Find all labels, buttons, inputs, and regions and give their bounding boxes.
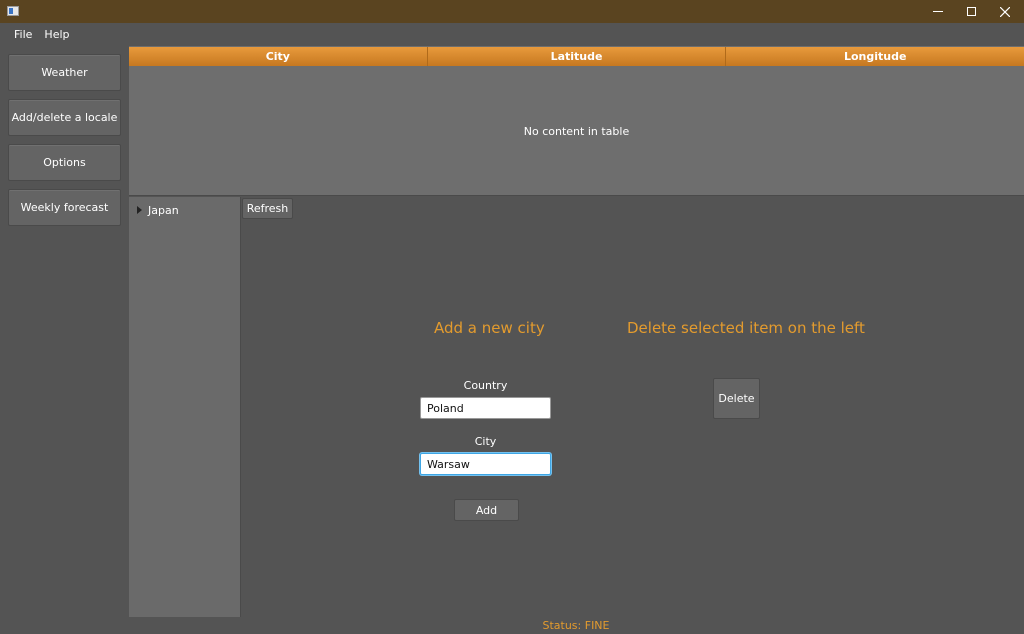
table-placeholder: No content in table — [523, 124, 630, 138]
status-text: Status: FINE — [542, 619, 610, 632]
menu-bar: File Help — [0, 23, 1024, 46]
menu-help[interactable]: Help — [38, 23, 75, 46]
maximize-icon — [966, 7, 976, 16]
refresh-button[interactable]: Refresh — [242, 198, 293, 219]
country-label: Country — [463, 379, 508, 392]
title-bar — [0, 0, 1024, 23]
sidebar: Weather Add/delete a locale Options Week… — [0, 46, 129, 634]
add-city-heading: Add a new city — [434, 319, 545, 337]
add-delete-locale-button[interactable]: Add/delete a locale — [8, 99, 121, 136]
options-button[interactable]: Options — [8, 144, 121, 181]
locale-tree[interactable]: Japan — [129, 197, 241, 617]
column-header-city[interactable]: City — [129, 47, 428, 66]
weather-button[interactable]: Weather — [8, 54, 121, 91]
weekly-forecast-button[interactable]: Weekly forecast — [8, 189, 121, 226]
column-header-longitude[interactable]: Longitude — [726, 47, 1024, 66]
tree-item-label: Japan — [148, 203, 179, 217]
app-window-icon — [7, 6, 19, 16]
menu-file[interactable]: File — [8, 23, 38, 46]
city-label: City — [474, 435, 497, 448]
minimize-icon — [933, 11, 943, 12]
tree-item-japan[interactable]: Japan — [137, 202, 179, 218]
expand-arrow-icon[interactable] — [137, 206, 142, 214]
column-header-latitude[interactable]: Latitude — [428, 47, 727, 66]
country-input[interactable] — [420, 397, 551, 419]
city-input[interactable] — [420, 453, 551, 475]
minimize-button[interactable] — [921, 0, 955, 23]
delete-item-heading: Delete selected item on the left — [627, 319, 865, 337]
close-button[interactable] — [988, 0, 1022, 23]
delete-button[interactable]: Delete — [713, 378, 760, 419]
table-header: City Latitude Longitude — [129, 47, 1024, 66]
close-icon — [1000, 6, 1010, 17]
maximize-button[interactable] — [954, 0, 988, 23]
locations-table[interactable]: City Latitude Longitude No content in ta… — [129, 46, 1024, 196]
add-button[interactable]: Add — [454, 499, 519, 521]
